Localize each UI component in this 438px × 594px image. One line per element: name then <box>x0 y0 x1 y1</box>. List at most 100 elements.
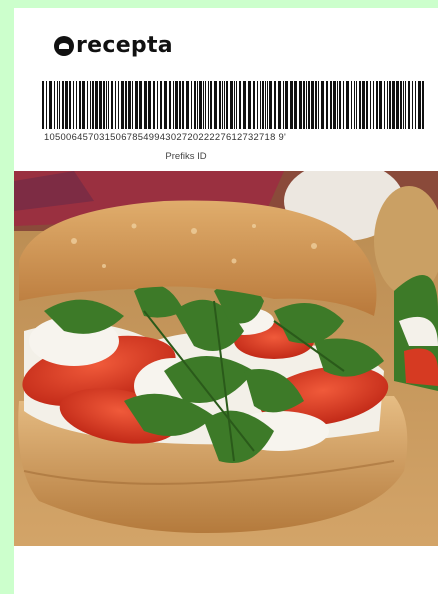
barcode-bar <box>306 81 307 129</box>
barcode-bar <box>197 81 198 129</box>
barcode-bar <box>87 81 88 129</box>
barcode-bar <box>285 81 288 129</box>
barcode-bar <box>318 81 319 129</box>
barcode-bar <box>79 81 81 129</box>
barcode-bar <box>299 81 302 129</box>
barcode-bar <box>315 81 317 129</box>
barcode-bar <box>294 81 297 129</box>
barcode-bar <box>308 81 310 129</box>
barcode-bar <box>321 81 324 129</box>
barcode-bar <box>422 81 424 129</box>
barcode-bar <box>234 81 235 129</box>
barcode-bar <box>179 81 181 129</box>
barcode-bar <box>57 81 58 129</box>
barcode-bar <box>125 81 127 129</box>
barcode-bar <box>191 81 192 129</box>
barcode-bar <box>199 81 202 129</box>
barcode-bar <box>108 81 109 129</box>
barcode-bar <box>376 81 378 129</box>
barcode-bar <box>59 81 60 129</box>
barcode-bar <box>153 81 155 129</box>
barcode-bar <box>73 81 74 129</box>
barcode-bar <box>370 81 371 129</box>
barcode-bar <box>415 81 416 129</box>
barcode-bar <box>103 81 105 129</box>
barcode-bar <box>90 81 91 129</box>
barcode-bar <box>92 81 94 129</box>
barcode-bar <box>95 81 98 129</box>
barcode-bar <box>339 81 341 129</box>
barcode-bar <box>366 81 368 129</box>
barcode-bar <box>346 81 349 129</box>
barcode-bar <box>128 81 131 129</box>
barcode-bar <box>69 81 71 129</box>
barcode-bar <box>49 81 52 129</box>
barcode-bar <box>118 81 119 129</box>
barcode-bar <box>343 81 344 129</box>
barcode-bar <box>356 81 357 129</box>
barcode-bar <box>157 81 158 129</box>
barcode-bar <box>403 81 404 129</box>
barcode-bar <box>243 81 246 129</box>
barcode-bar <box>257 81 258 129</box>
barcode-bar <box>262 81 264 129</box>
barcode-bar <box>106 81 107 129</box>
barcode-bar <box>144 81 147 129</box>
barcode-bar <box>54 81 55 129</box>
barcode-digits: 1050064570315067854994302720222276127327… <box>44 131 287 142</box>
barcode-bar <box>311 81 314 129</box>
barcode-bar <box>269 81 272 129</box>
barcode-bar <box>46 81 47 129</box>
barcode-bar <box>408 81 410 129</box>
barcode-bar <box>164 81 167 129</box>
barcode-bar <box>405 81 406 129</box>
barcode-bar <box>115 81 116 129</box>
barcode-bar <box>42 81 44 129</box>
barcode-bar <box>354 81 355 129</box>
barcode-bar <box>396 81 399 129</box>
sandwich-photo <box>14 171 438 546</box>
barcode-bar <box>214 81 217 129</box>
barcode-bar <box>239 81 241 129</box>
barcode-bar <box>373 81 374 129</box>
barcode-bar <box>111 81 113 129</box>
barcode-bar <box>303 81 305 129</box>
barcode-bar <box>222 81 223 129</box>
barcode-bar <box>186 81 189 129</box>
barcode-bar <box>208 81 209 129</box>
barcode-bar <box>412 81 413 129</box>
barcode-bar <box>379 81 382 129</box>
barcode-bar <box>265 81 266 129</box>
barcode-bar <box>330 81 332 129</box>
barcode-bar <box>333 81 336 129</box>
barcode-bar <box>82 81 85 129</box>
barcode-bar <box>337 81 338 129</box>
barcode-bar <box>290 81 293 129</box>
logo-icon <box>54 35 74 56</box>
barcode-bar <box>384 81 385 129</box>
barcode-bar <box>76 81 77 129</box>
barcode-bar <box>260 81 261 129</box>
barcode-bar <box>65 81 68 129</box>
barcode-bar <box>160 81 162 129</box>
barcode-bar <box>175 81 178 129</box>
barcode <box>42 81 424 129</box>
barcode-bar <box>182 81 184 129</box>
barcode-bar <box>418 81 421 129</box>
barcode-bar <box>62 81 64 129</box>
barcode-bar <box>389 81 391 129</box>
prefix-id-label: Prefiks ID <box>165 151 207 162</box>
barcode-bar <box>210 81 212 129</box>
barcode-bar <box>139 81 142 129</box>
barcode-bar <box>392 81 395 129</box>
barcode-bar <box>278 81 281 129</box>
barcode-bar <box>226 81 228 129</box>
barcode-bar <box>236 81 237 129</box>
barcode-bar <box>274 81 276 129</box>
barcode-bar <box>205 81 206 129</box>
brand-name: recepta <box>76 33 173 58</box>
barcode-bar <box>121 81 124 129</box>
barcode-bar <box>359 81 361 129</box>
barcode-bar <box>99 81 102 129</box>
barcode-bar <box>135 81 138 129</box>
